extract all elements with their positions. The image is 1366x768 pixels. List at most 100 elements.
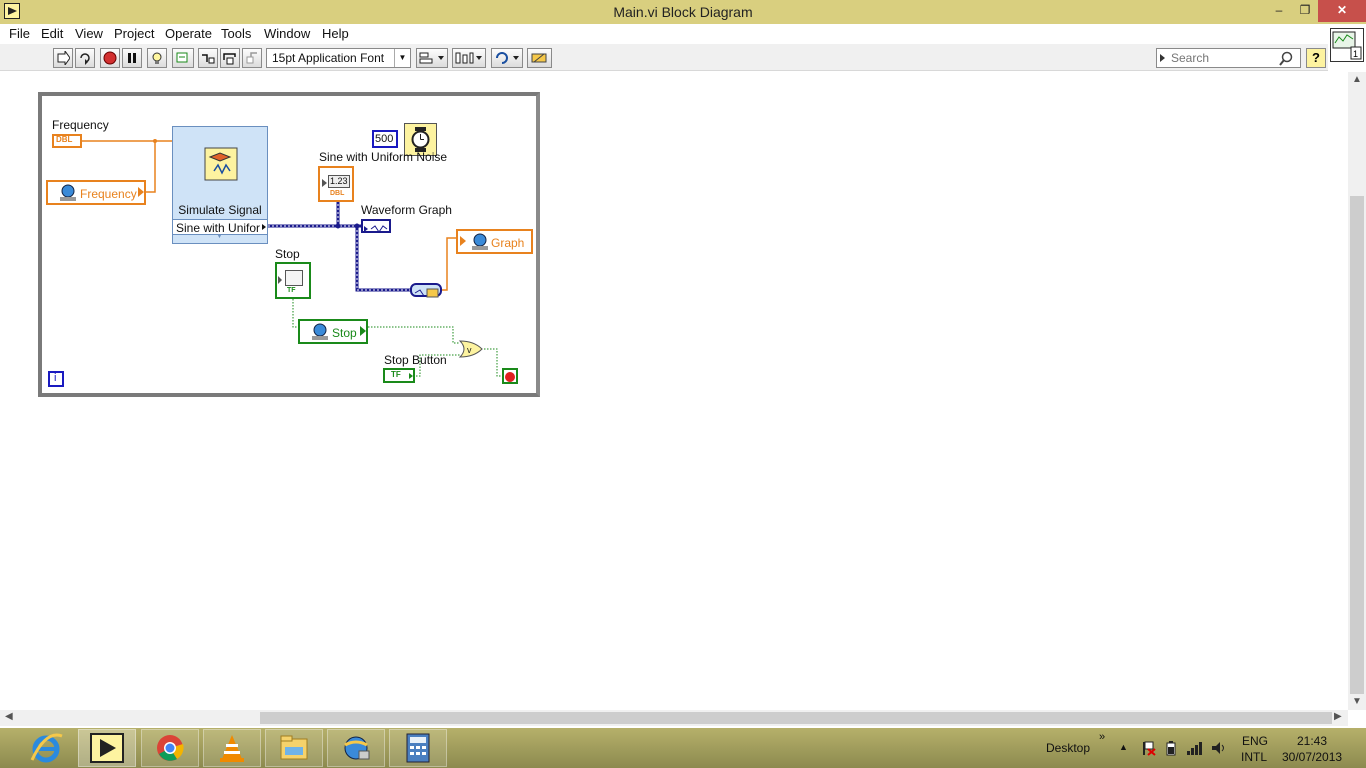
align-objects-button[interactable] bbox=[416, 48, 448, 68]
labview-taskbar-button[interactable] bbox=[78, 729, 136, 767]
clock-date[interactable]: 30/07/2013 bbox=[1282, 750, 1342, 764]
network-globe-icon bbox=[344, 736, 370, 760]
show-hidden-icons-icon[interactable]: ▲ bbox=[1119, 742, 1128, 752]
step-over-icon bbox=[223, 53, 236, 65]
run-continuously-button[interactable] bbox=[75, 48, 95, 68]
menu-project[interactable]: Project bbox=[114, 26, 154, 41]
battery-icon[interactable] bbox=[1163, 740, 1179, 756]
scroll-left-icon[interactable]: ◀ bbox=[5, 711, 13, 722]
toolbar: 15pt Application Font ▼ ? bbox=[0, 44, 1328, 71]
waveform-graph-terminal[interactable] bbox=[361, 219, 391, 233]
menu-file[interactable]: File bbox=[9, 26, 30, 41]
write-arrow-icon bbox=[138, 187, 144, 197]
ie-taskbar-button[interactable] bbox=[20, 730, 70, 766]
toolbar-expand-icon[interactable]: » bbox=[1099, 731, 1105, 743]
abort-icon bbox=[103, 51, 117, 65]
stop-variable-name: Stop bbox=[332, 326, 357, 340]
run-continuously-icon bbox=[80, 53, 90, 65]
stop-control-terminal[interactable]: TF bbox=[275, 262, 311, 299]
step-into-button[interactable] bbox=[198, 48, 218, 68]
horizontal-scrollbar[interactable]: ◀ ▶ bbox=[0, 710, 1348, 726]
search-options-arrow-icon[interactable] bbox=[1160, 54, 1165, 62]
network-globe-icon bbox=[312, 323, 328, 340]
chrome-taskbar-button[interactable] bbox=[141, 729, 199, 767]
reorder-button[interactable] bbox=[491, 48, 523, 68]
action-center-flag-icon[interactable] bbox=[1140, 740, 1156, 756]
iteration-terminal[interactable]: i bbox=[48, 371, 64, 387]
network-app-taskbar-button[interactable] bbox=[327, 729, 385, 767]
loop-condition-terminal[interactable] bbox=[502, 368, 518, 384]
minimize-button[interactable]: – bbox=[1266, 0, 1292, 22]
context-help-button[interactable]: ? bbox=[1306, 48, 1326, 68]
stop-button-terminal-type: TF bbox=[391, 370, 401, 379]
graph-shared-variable[interactable]: Graph bbox=[456, 229, 533, 254]
svg-text:v: v bbox=[467, 345, 472, 355]
chevron-down-icon: ▼ bbox=[394, 49, 410, 67]
chrome-icon bbox=[157, 735, 184, 761]
clock-time[interactable]: 21:43 bbox=[1297, 734, 1327, 748]
abort-button[interactable] bbox=[100, 48, 120, 68]
volume-icon[interactable] bbox=[1210, 740, 1228, 756]
vi-connector-icon: 1 bbox=[1332, 31, 1362, 60]
close-button[interactable]: ✕ bbox=[1318, 0, 1366, 22]
vi-icon[interactable]: 1 bbox=[1330, 28, 1364, 62]
search-box[interactable] bbox=[1156, 48, 1301, 68]
maximize-button[interactable]: ❐ bbox=[1292, 0, 1318, 22]
frequency-shared-variable[interactable]: Frequency bbox=[46, 180, 146, 205]
stop-label: Stop bbox=[275, 247, 300, 261]
iteration-symbol: i bbox=[54, 372, 57, 384]
frequency-label: Frequency bbox=[52, 118, 109, 132]
frequency-terminal[interactable]: DBL bbox=[52, 134, 82, 148]
calculator-taskbar-button[interactable] bbox=[389, 729, 447, 767]
file-explorer-taskbar-button[interactable] bbox=[265, 729, 323, 767]
numeric-display: 1.23 bbox=[328, 175, 350, 188]
menu-tools[interactable]: Tools bbox=[221, 26, 251, 41]
wait-constant[interactable]: 500 bbox=[372, 130, 398, 148]
numeric-display-value: 1.23 bbox=[330, 176, 348, 186]
retain-wire-values-button[interactable] bbox=[172, 48, 194, 68]
vertical-scroll-thumb[interactable] bbox=[1350, 196, 1364, 694]
menu-window[interactable]: Window bbox=[264, 26, 310, 41]
font-select[interactable]: 15pt Application Font ▼ bbox=[266, 48, 411, 68]
step-over-button[interactable] bbox=[220, 48, 240, 68]
scroll-down-icon[interactable]: ▼ bbox=[1352, 696, 1362, 707]
clean-up-diagram-button[interactable] bbox=[527, 48, 552, 68]
expand-chevron-icon[interactable]: ▼ bbox=[216, 233, 223, 240]
highlight-execution-button[interactable] bbox=[147, 48, 167, 68]
output-arrow-icon bbox=[278, 276, 282, 284]
horizontal-scroll-thumb[interactable] bbox=[260, 712, 1332, 724]
lightbulb-icon bbox=[152, 52, 162, 64]
input-arrow-icon bbox=[322, 179, 327, 187]
stop-button-terminal[interactable]: TF bbox=[383, 368, 415, 383]
convert-from-dynamic-data[interactable] bbox=[410, 283, 442, 298]
vertical-scrollbar[interactable]: ▲ ▼ bbox=[1348, 72, 1366, 710]
wifi-signal-icon[interactable] bbox=[1186, 740, 1204, 756]
step-out-button[interactable] bbox=[242, 48, 262, 68]
search-input[interactable] bbox=[1171, 50, 1281, 66]
scroll-right-icon[interactable]: ▶ bbox=[1334, 711, 1342, 722]
scroll-up-icon[interactable]: ▲ bbox=[1352, 74, 1362, 85]
desktop-toolbar-label[interactable]: Desktop bbox=[1046, 741, 1090, 755]
menu-help[interactable]: Help bbox=[322, 26, 349, 41]
simulate-signal-express-vi[interactable]: Simulate Signal Sine with Unifor ▼ bbox=[172, 126, 268, 244]
language-indicator[interactable]: ENG bbox=[1242, 734, 1268, 748]
run-arrow-icon bbox=[57, 51, 70, 65]
stop-shared-variable[interactable]: Stop bbox=[298, 319, 368, 344]
block-diagram-canvas[interactable]: Frequency DBL Frequency Simulate Signal … bbox=[0, 72, 1348, 710]
menu-view[interactable]: View bbox=[75, 26, 103, 41]
keyboard-layout-indicator[interactable]: INTL bbox=[1241, 750, 1267, 764]
read-arrow-icon bbox=[360, 326, 366, 336]
menu-edit[interactable]: Edit bbox=[41, 26, 63, 41]
frequency-variable-name: Frequency bbox=[80, 187, 137, 201]
or-function[interactable]: v bbox=[458, 339, 484, 359]
labview-icon bbox=[90, 733, 124, 763]
stop-terminal-type: TF bbox=[287, 287, 296, 294]
sine-indicator-terminal[interactable]: 1.23 DBL bbox=[318, 166, 354, 202]
run-button[interactable] bbox=[53, 48, 73, 68]
menu-operate[interactable]: Operate bbox=[165, 26, 212, 41]
search-icon[interactable] bbox=[1278, 51, 1294, 67]
vlc-taskbar-button[interactable] bbox=[203, 729, 261, 767]
distribute-objects-button[interactable] bbox=[452, 48, 486, 68]
waveform-icon bbox=[364, 225, 388, 233]
pause-button[interactable] bbox=[122, 48, 142, 68]
